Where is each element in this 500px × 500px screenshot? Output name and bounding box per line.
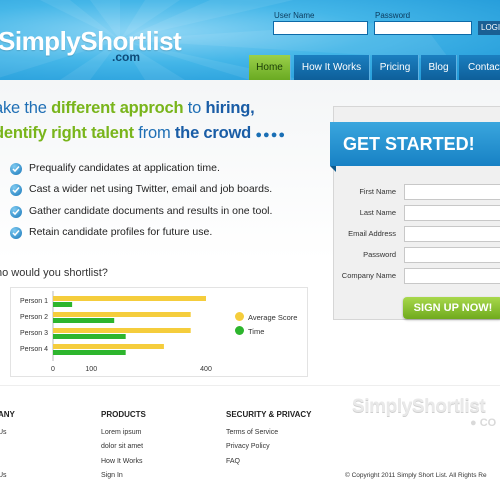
- password-input[interactable]: [374, 21, 472, 35]
- footer-link[interactable]: Us: [0, 429, 7, 436]
- brand-logo[interactable]: SimplyShortlist: [0, 26, 182, 57]
- footer-link[interactable]: Terms of Service: [226, 429, 278, 436]
- username-input[interactable]: [273, 21, 368, 35]
- email-label: Email Address: [348, 229, 396, 238]
- nav-how-it-works[interactable]: How It Works: [294, 55, 370, 80]
- footer-link[interactable]: How It Works: [101, 458, 143, 465]
- company-name-label: Company Name: [341, 271, 396, 280]
- chart-question: ho would you shortlist?: [0, 267, 108, 279]
- feature-text: Prequalify candidates at application tim…: [29, 162, 220, 174]
- bar-average-score: [53, 312, 191, 317]
- x-tick-label: 400: [200, 366, 212, 373]
- footer-link[interactable]: dolor sit amet: [101, 443, 143, 450]
- footer-heading-products: PRODUCTS: [101, 410, 146, 419]
- bar-time: [53, 318, 115, 323]
- feature-text: Cast a wider net using Twitter, email an…: [29, 183, 273, 195]
- bar-average-score: [53, 344, 164, 349]
- bar-average-score: [53, 296, 206, 301]
- headline-highlight: different approch: [51, 99, 184, 117]
- headline-text: to: [183, 99, 206, 117]
- headline-highlight: hiring,: [205, 99, 255, 117]
- first-name-label: First Name: [359, 187, 396, 196]
- x-tick-label: 0: [51, 366, 55, 373]
- headline-highlight: the crowd: [174, 124, 252, 142]
- signup-password-label: Password: [363, 250, 396, 259]
- footer-logo: SimplyShortlist: [352, 396, 486, 417]
- footer-link[interactable]: Lorem ipsum: [101, 429, 141, 436]
- headline-text: from: [133, 124, 175, 142]
- hero-headline-line2: dentify right talent from the crowd ●●●●: [0, 124, 286, 143]
- copyright-text: © Copyright 2011 Simply Short List. All …: [345, 472, 487, 479]
- bar-time: [53, 302, 73, 307]
- email-input[interactable]: [404, 226, 500, 242]
- footer-heading-company: ANY: [0, 410, 15, 419]
- username-label: User Name: [274, 11, 315, 20]
- login-button[interactable]: LOGIN: [478, 21, 500, 35]
- legend-label-average-score: Average Score: [248, 313, 298, 322]
- brand-logo-suffix: .com: [112, 50, 141, 64]
- category-label: Person 4: [20, 346, 48, 353]
- legend-swatch-time: [235, 326, 244, 335]
- category-label: Person 3: [20, 330, 48, 337]
- nav-home[interactable]: Home: [249, 55, 291, 80]
- headline-dots: ●●●●: [255, 129, 286, 141]
- last-name-label: Last Name: [359, 208, 396, 217]
- first-name-input[interactable]: [404, 184, 500, 200]
- check-icon: [10, 163, 22, 175]
- nav-blog[interactable]: Blog: [421, 55, 457, 80]
- nav-contact[interactable]: Contact: [459, 55, 500, 80]
- company-name-input[interactable]: [404, 268, 500, 284]
- sign-up-button[interactable]: SIGN UP NOW!: [403, 297, 500, 319]
- headline-text: ake the: [0, 99, 47, 117]
- check-icon: [10, 184, 22, 196]
- legend-swatch-average-score: [235, 312, 244, 321]
- headline-highlight: dentify right talent: [0, 124, 134, 142]
- check-icon: [10, 206, 22, 218]
- banner-fold: [330, 166, 336, 172]
- header: SimplyShortlist .com User Name Password …: [0, 0, 500, 80]
- footer-logo-suffix: ● CO: [470, 417, 497, 429]
- legend-label-time: Time: [248, 327, 265, 336]
- footer-link[interactable]: FAQ: [226, 458, 240, 465]
- footer-heading-security: SECURITY & PRIVACY: [226, 410, 312, 419]
- feature-text: Retain candidate profiles for future use…: [29, 226, 213, 238]
- hero-headline-line1: ake the different approch to hiring,: [0, 99, 255, 118]
- bar-average-score: [53, 328, 191, 333]
- bar-time: [53, 334, 126, 339]
- nav-pricing[interactable]: Pricing: [372, 55, 419, 80]
- category-label: Person 2: [20, 314, 48, 321]
- footer-link[interactable]: Privacy Policy: [226, 443, 270, 450]
- footer-link[interactable]: Us: [0, 472, 7, 479]
- check-icon: [10, 227, 22, 239]
- x-tick-label: 100: [85, 366, 97, 373]
- bar-time: [53, 350, 126, 355]
- password-label: Password: [375, 11, 411, 20]
- get-started-banner: GET STARTED!: [330, 122, 500, 166]
- category-label: Person 1: [20, 298, 48, 305]
- last-name-input[interactable]: [404, 205, 500, 221]
- signup-password-input[interactable]: [404, 247, 500, 263]
- footer-link[interactable]: Sign In: [101, 472, 123, 479]
- feature-text: Gather candidate documents and results i…: [29, 205, 273, 217]
